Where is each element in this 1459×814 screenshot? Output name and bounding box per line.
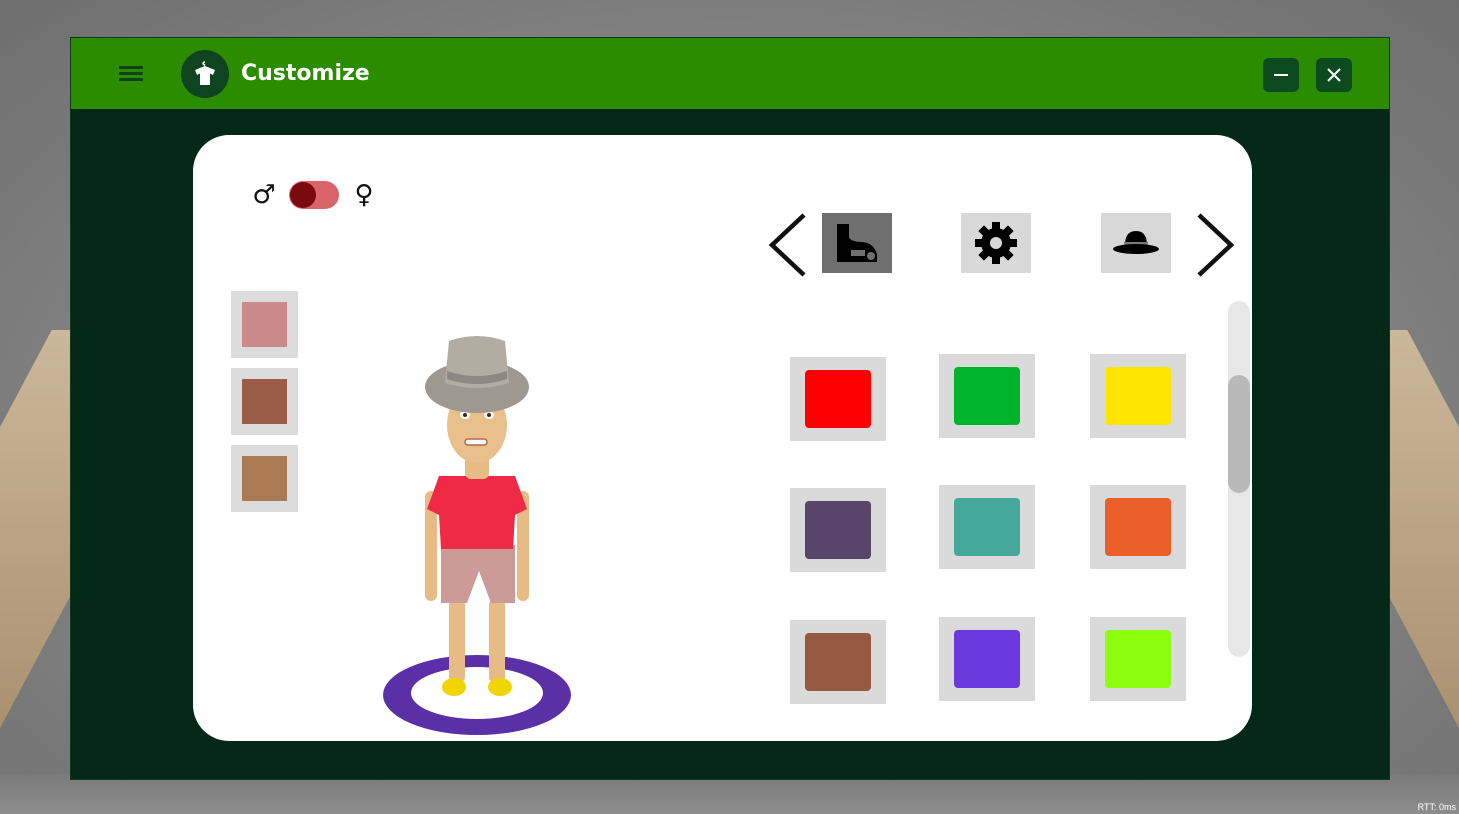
category-shoes-tab[interactable]	[822, 213, 892, 273]
gear-icon	[975, 222, 1017, 264]
background-floor	[0, 774, 1459, 814]
male-symbol-icon: ♂	[252, 180, 276, 210]
color-swatch[interactable]	[790, 620, 886, 704]
color-swatch[interactable]	[790, 357, 886, 441]
close-button[interactable]	[1316, 58, 1352, 92]
color-list-scrollbar-thumb[interactable]	[1228, 375, 1250, 493]
color-swatch[interactable]	[939, 354, 1035, 438]
customize-window: Customize ♂ ♀	[71, 38, 1389, 779]
customization-panel: ♂ ♀	[193, 135, 1252, 741]
skin-tone-list	[231, 291, 298, 522]
title-bar: Customize	[71, 38, 1389, 109]
color-swatch[interactable]	[939, 485, 1035, 569]
window-title: Customize	[241, 61, 370, 86]
gender-toggle[interactable]	[289, 181, 339, 209]
close-icon	[1327, 68, 1341, 82]
gender-toggle-knob	[290, 182, 316, 208]
color-swatch[interactable]	[1090, 354, 1186, 438]
minimize-icon	[1274, 74, 1288, 76]
gender-selector: ♂ ♀	[249, 175, 379, 215]
category-settings-tab[interactable]	[961, 213, 1031, 273]
color-swatch[interactable]	[790, 488, 886, 572]
color-swatch[interactable]	[939, 617, 1035, 701]
category-hats-tab[interactable]	[1101, 213, 1171, 273]
chevron-right-icon[interactable]	[1193, 213, 1237, 277]
hamburger-menu-icon[interactable]	[119, 66, 143, 82]
skin-tone-swatch[interactable]	[231, 368, 298, 435]
avatar-preview	[383, 336, 571, 735]
color-swatch[interactable]	[1090, 485, 1186, 569]
female-symbol-icon: ♀	[354, 180, 374, 210]
skin-tone-swatch[interactable]	[231, 291, 298, 358]
shirt-hanger-icon	[181, 50, 229, 98]
hat-icon	[1113, 231, 1159, 254]
chevron-left-icon[interactable]	[766, 213, 810, 277]
color-swatch[interactable]	[1090, 617, 1186, 701]
minimize-button[interactable]	[1263, 58, 1299, 92]
shoe-icon	[837, 224, 877, 262]
rtt-indicator: RTT: 0ms	[1417, 802, 1456, 812]
skin-tone-swatch[interactable]	[231, 445, 298, 512]
